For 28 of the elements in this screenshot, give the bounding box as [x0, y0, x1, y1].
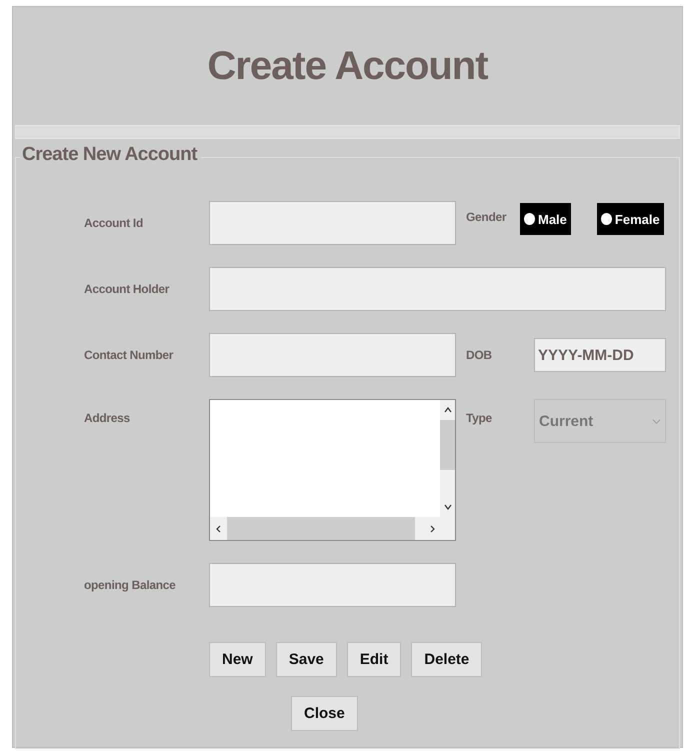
window-title: Create Account [207, 44, 488, 88]
text-field[interactable] [209, 267, 666, 311]
field-label: DOB [466, 348, 493, 362]
radio-button[interactable]: Male [520, 203, 571, 235]
scrollbar-thumb[interactable] [440, 420, 455, 470]
horizontal-scrollbar[interactable] [210, 517, 455, 540]
text-field[interactable] [209, 333, 456, 377]
field-label: Account Id [84, 216, 144, 230]
text-field[interactable] [209, 201, 456, 245]
field-label: Account Holder [84, 282, 170, 296]
text-field[interactable] [209, 563, 456, 607]
radio-circle-icon [600, 213, 612, 225]
action-button[interactable]: Delete [411, 642, 482, 677]
field-label: Type [466, 411, 493, 425]
vertical-scrollbar[interactable] [440, 400, 455, 517]
caret-icon [652, 416, 661, 426]
action-button[interactable]: Save [276, 642, 337, 677]
field-label: Gender [466, 210, 508, 224]
action-button[interactable]: Edit [346, 642, 402, 677]
scrollbar-thumb[interactable] [227, 517, 415, 540]
field-label: Address [84, 411, 131, 425]
field-label: Contact Number [84, 348, 174, 362]
field-label: opening Balance [84, 578, 177, 592]
radio-button[interactable]: Female [596, 203, 664, 235]
radio-circle-icon [524, 213, 535, 225]
close-button[interactable]: Close [291, 696, 358, 731]
action-button[interactable]: New [209, 642, 266, 677]
text-field[interactable]: YYYY-MM-DD [534, 338, 666, 372]
